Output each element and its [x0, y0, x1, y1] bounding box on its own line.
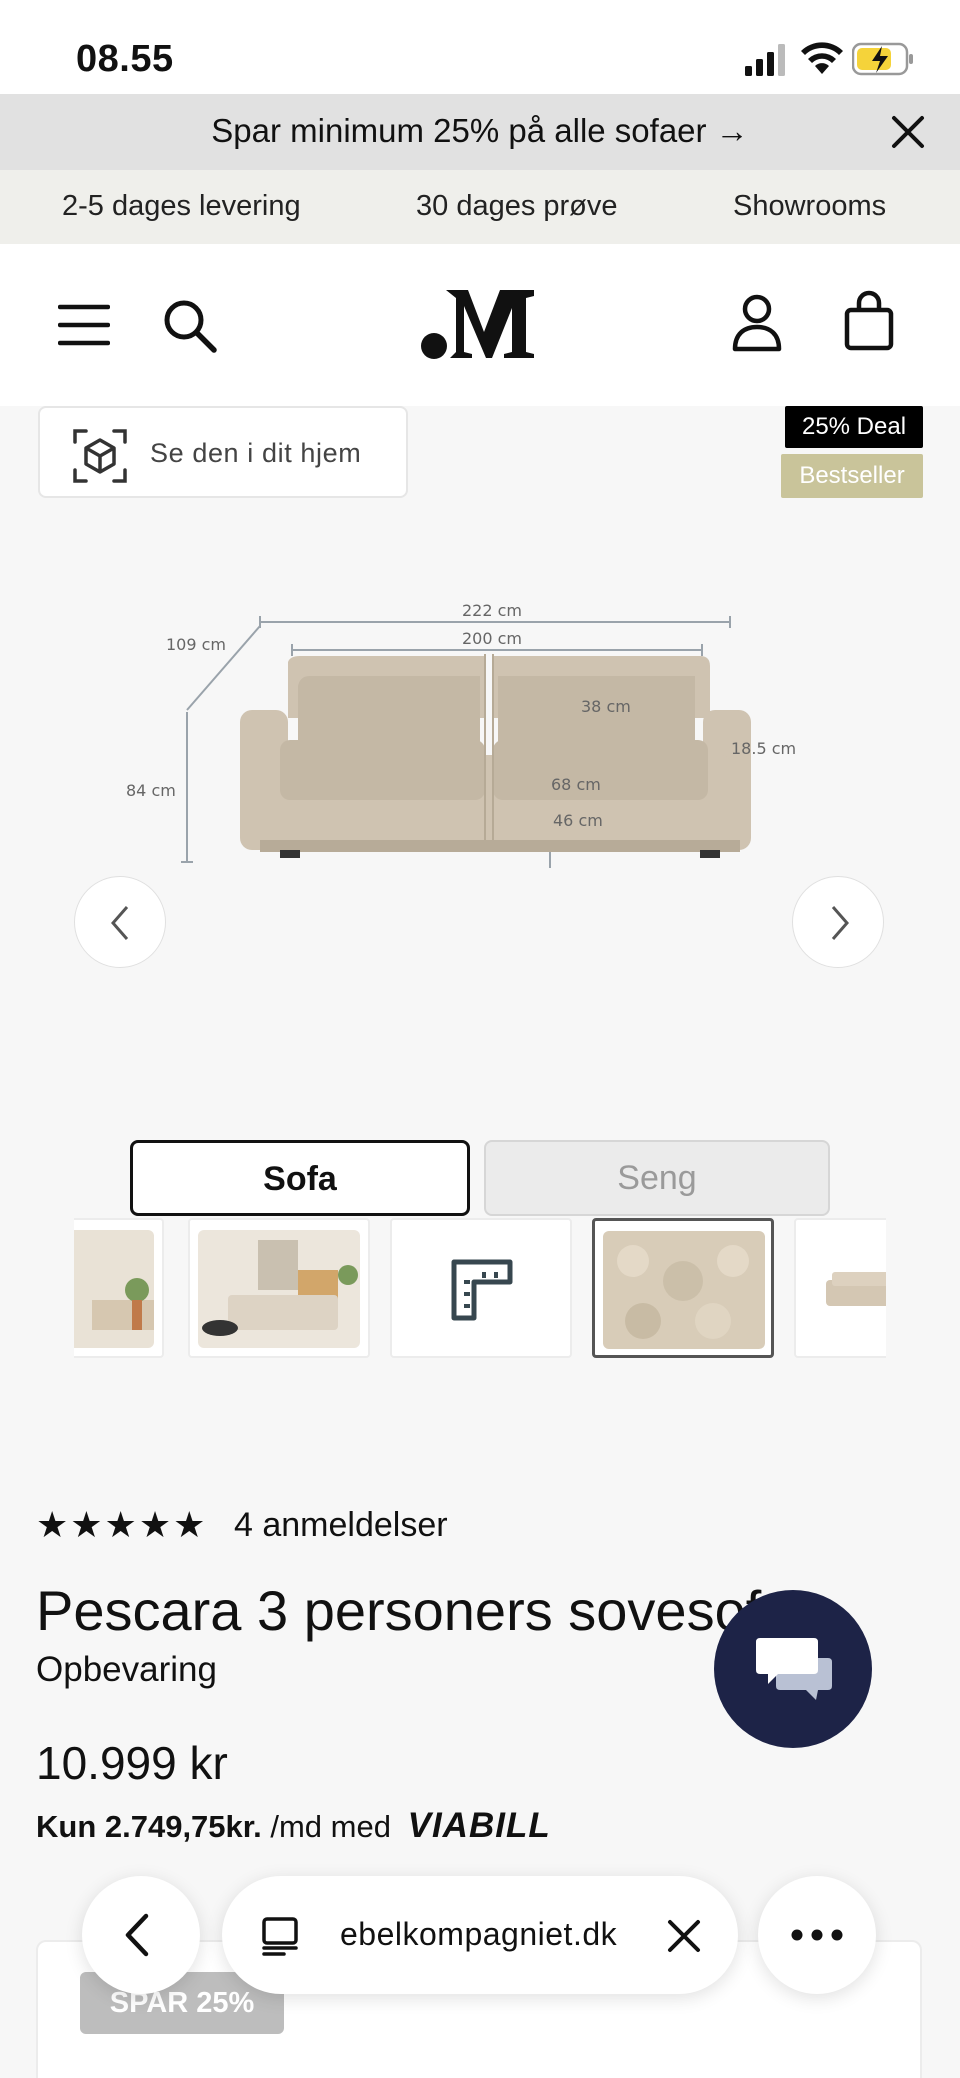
close-tab-icon[interactable] — [666, 1918, 702, 1954]
finance-text: /md med — [270, 1809, 391, 1844]
bestseller-badge: Bestseller — [781, 454, 923, 498]
dim-84: 84 cm — [126, 781, 176, 800]
chevron-right-icon — [831, 906, 849, 940]
wifi-icon — [801, 42, 843, 74]
browser-more-button[interactable] — [758, 1876, 876, 1994]
browser-back-button[interactable] — [82, 1876, 200, 1994]
dim-68: 68 cm — [551, 775, 601, 794]
viabill-logo: VIABILL — [407, 1806, 551, 1845]
chat-button[interactable] — [714, 1590, 872, 1748]
promo-banner[interactable]: Spar minimum 25% på alle sofaer → — [0, 94, 960, 170]
thumbnail-sofa[interactable] — [794, 1218, 886, 1358]
chevron-left-icon — [125, 1913, 149, 1957]
thumbnail-living-room[interactable] — [74, 1218, 164, 1358]
cart-icon[interactable] — [844, 290, 894, 352]
cellular-signal-icon — [745, 44, 785, 76]
thumbnail-fabric[interactable] — [592, 1218, 774, 1358]
logo-icon[interactable] — [420, 286, 538, 360]
dim-46: 46 cm — [553, 811, 603, 830]
living-room-photo-icon — [74, 1230, 154, 1348]
browser-url-bar[interactable]: ebelkompagniet.dk — [222, 1876, 738, 1994]
product-price: 10.999 kr — [36, 1737, 228, 1789]
gallery-next-button[interactable] — [792, 876, 884, 968]
usp-trial: 30 dages prøve — [416, 190, 618, 222]
deal-badge: 25% Deal — [785, 406, 923, 448]
toggle-sofa[interactable]: Sofa — [130, 1140, 470, 1216]
gallery-prev-button[interactable] — [74, 876, 166, 968]
ar-button-label: Se den i dit hjem — [150, 438, 362, 468]
site-header — [0, 244, 960, 406]
more-icon — [791, 1929, 843, 1941]
account-icon[interactable] — [732, 294, 782, 352]
status-bar: 08.55 — [0, 0, 960, 94]
dim-222: 222 cm — [462, 601, 522, 620]
fabric-swatch-icon — [603, 1231, 765, 1349]
dim-109: 109 cm — [166, 635, 226, 654]
close-icon[interactable] — [888, 112, 928, 152]
dim-18-5: 18.5 cm — [731, 739, 796, 758]
reviews-link[interactable]: 4 anmeldelser — [234, 1506, 448, 1545]
status-time: 08.55 — [76, 38, 174, 80]
menu-icon[interactable] — [58, 304, 110, 346]
view-in-your-home-button[interactable]: Se den i dit hjem — [38, 406, 408, 498]
thumbnail-living-room-bed[interactable] — [188, 1218, 370, 1358]
usp-delivery: 2-5 dages levering — [62, 190, 301, 222]
battery-charging-icon — [852, 42, 913, 76]
sofa-photo-icon — [826, 1272, 886, 1306]
thumbnail-strip — [74, 1218, 886, 1360]
product-title: Pescara 3 personers sovesofa — [36, 1579, 793, 1642]
usp-bar: 2-5 dages levering 30 dages prøve Showro… — [0, 170, 960, 244]
ar-cube-icon — [73, 429, 127, 483]
living-room-bed-photo-icon — [198, 1230, 360, 1348]
finance-info: Kun 2.749,75kr. /md med VIABILL — [36, 1806, 551, 1846]
finance-amount: Kun 2.749,75kr. — [36, 1809, 262, 1844]
chat-bubbles-icon — [756, 1638, 832, 1700]
thumbnail-measurements[interactable] — [390, 1218, 572, 1358]
reader-icon — [262, 1917, 298, 1956]
browser-url-text: ebelkompagniet.dk — [340, 1916, 618, 1952]
sofa-dimensions-image: 222 cm 200 cm 109 cm 84 cm 38 cm 18.5 cm… — [126, 601, 796, 868]
dim-38: 38 cm — [581, 697, 631, 716]
product-subtitle: Opbevaring — [36, 1650, 217, 1689]
dim-200: 200 cm — [462, 629, 522, 648]
usp-showrooms[interactable]: Showrooms — [733, 190, 886, 223]
search-icon[interactable] — [162, 298, 218, 354]
promo-text[interactable]: Spar minimum 25% på alle sofaer → — [0, 112, 960, 150]
toggle-seng[interactable]: Seng — [484, 1140, 830, 1216]
rating-stars: ★★★★★ — [36, 1504, 208, 1545]
ruler-icon — [451, 1259, 513, 1321]
chevron-left-icon — [111, 906, 129, 940]
